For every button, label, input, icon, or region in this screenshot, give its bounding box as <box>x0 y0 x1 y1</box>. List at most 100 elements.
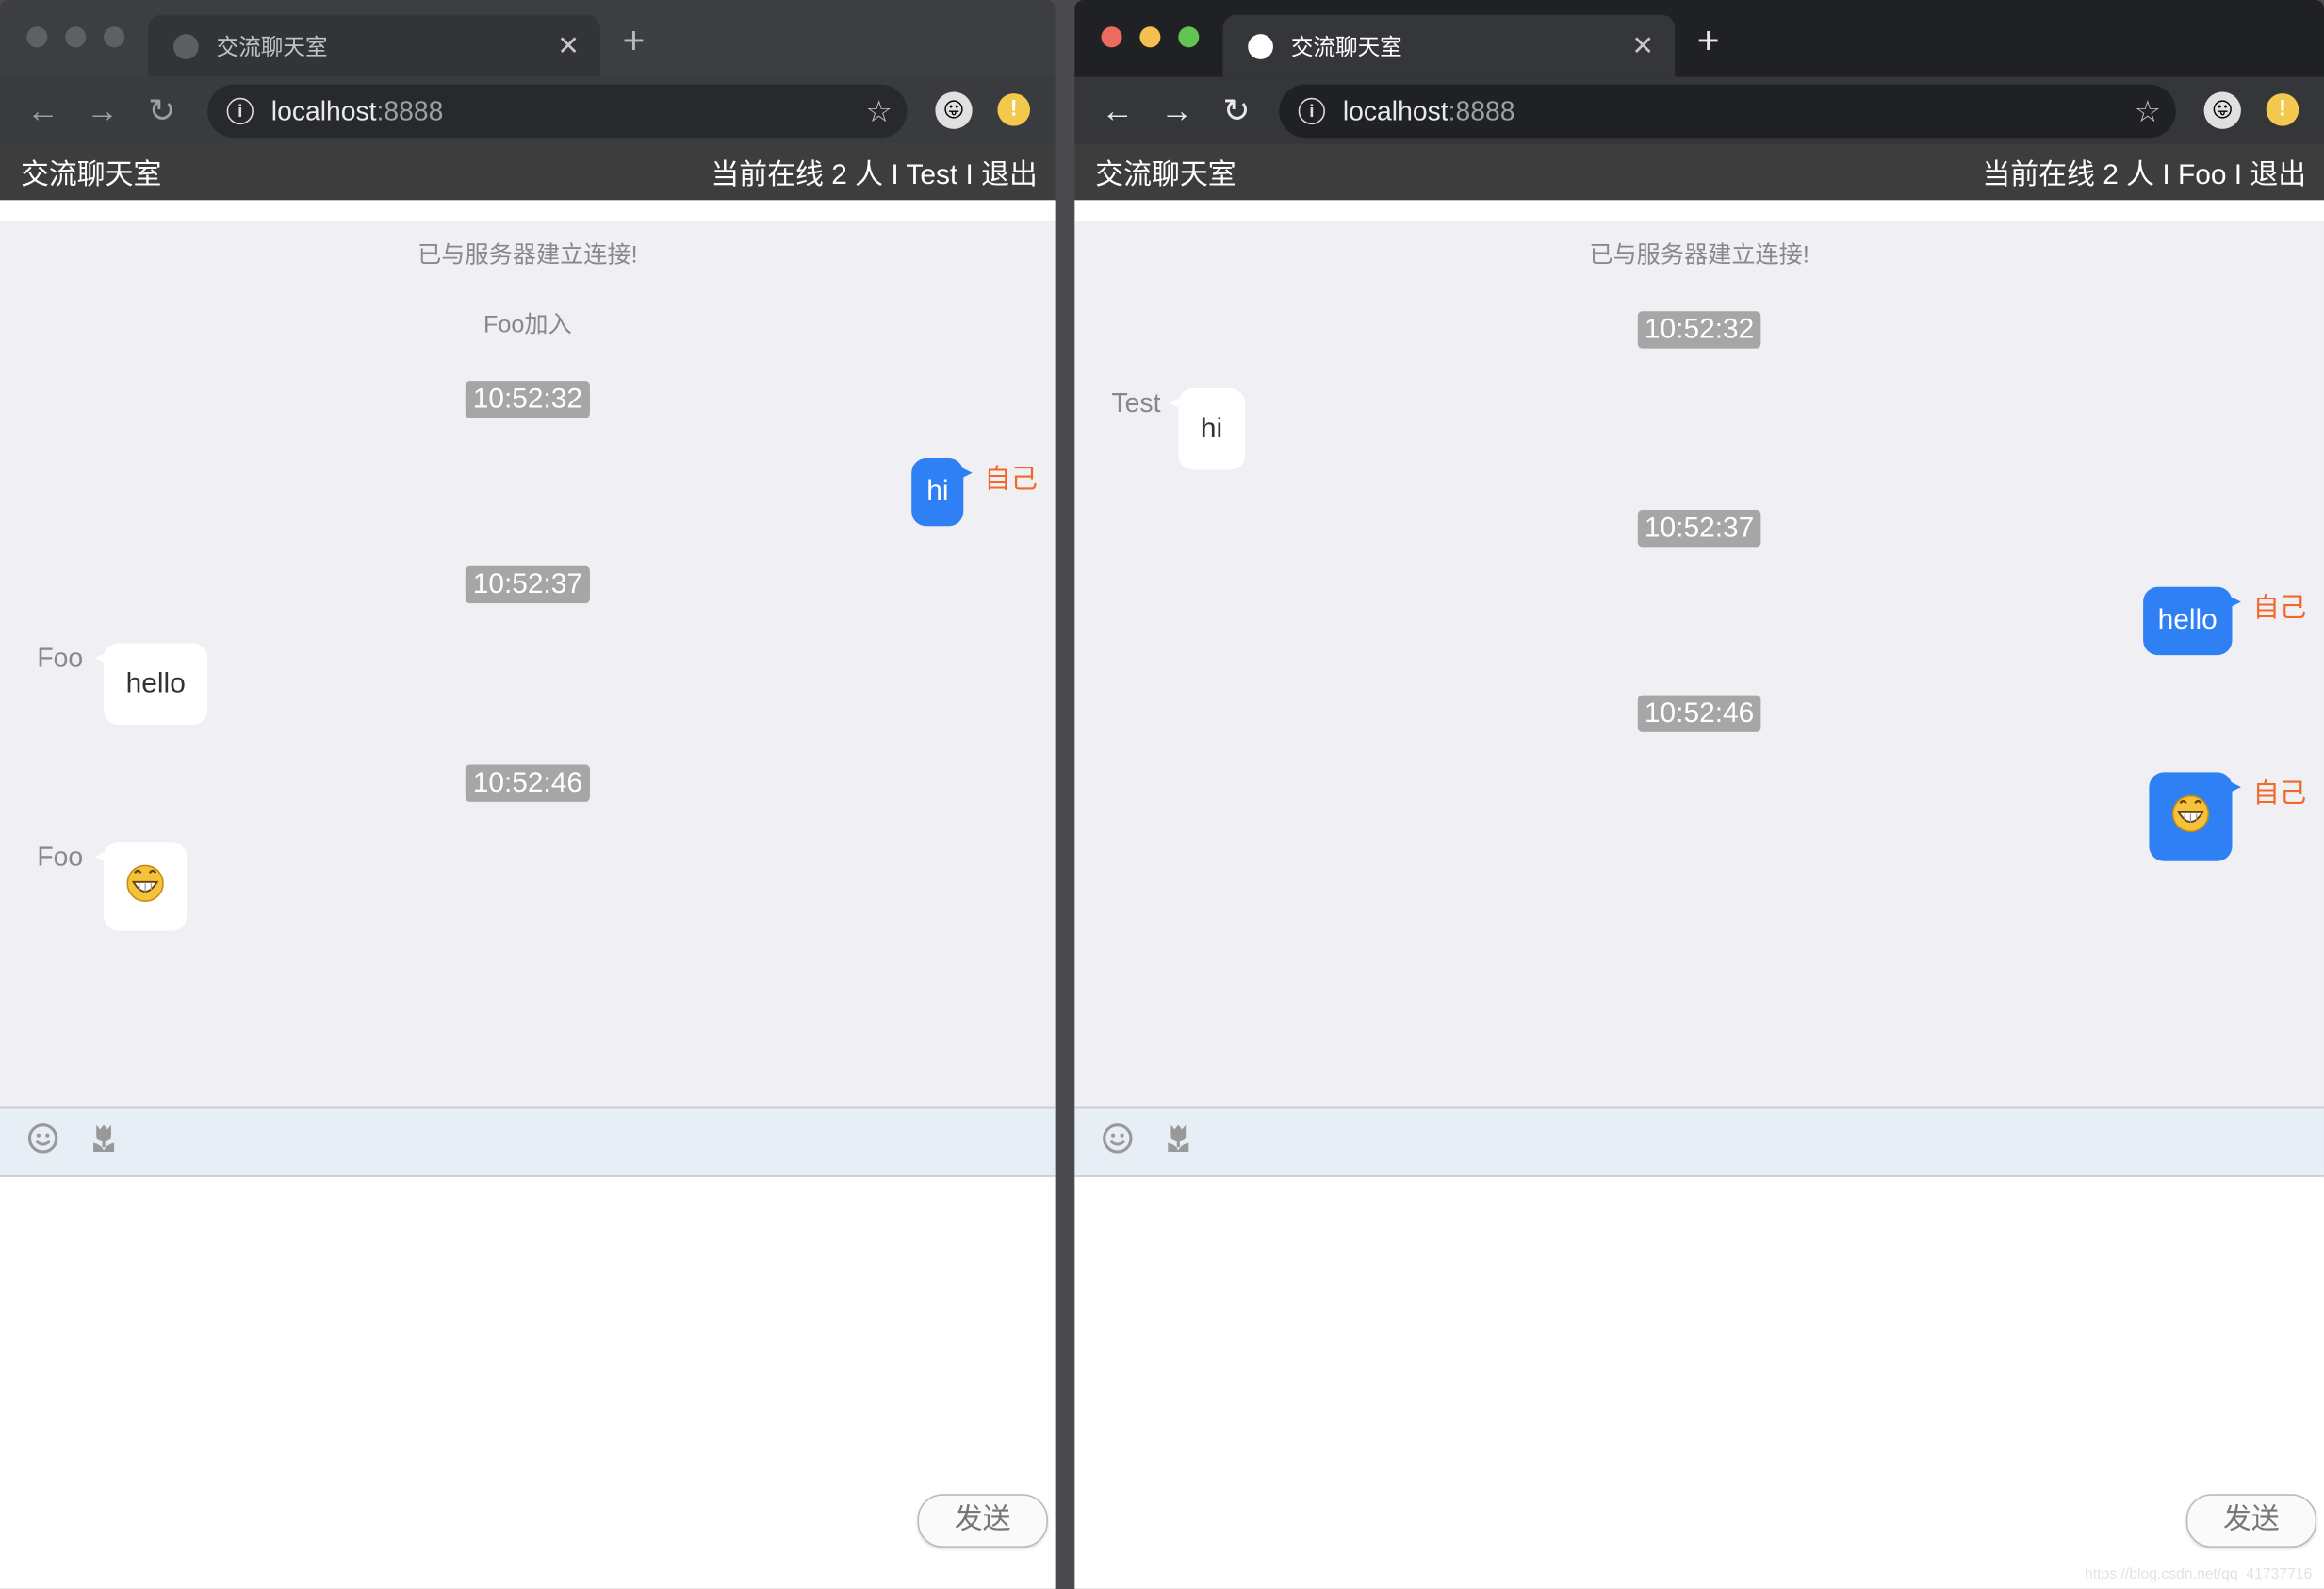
desktop: 交流聊天室 ✕ + ← → ↻ i localhost:8888 ☆ 😛 ! 交… <box>0 0 2324 1589</box>
system-notice: 已与服务器建立连接! <box>417 242 638 269</box>
message-text: hello <box>125 667 186 699</box>
flower-image-icon[interactable] <box>89 1122 118 1162</box>
reload-icon[interactable]: ↻ <box>148 92 175 131</box>
timestamp-row: 10:52:32 <box>0 381 1056 418</box>
browser-window-left: 交流聊天室 ✕ + ← → ↻ i localhost:8888 ☆ 😛 ! 交… <box>0 0 1056 1589</box>
timestamp: 10:52:37 <box>465 565 590 604</box>
send-button[interactable]: 发送 <box>2185 1494 2317 1548</box>
message-bubble: hi <box>911 457 973 527</box>
app-title: 交流聊天室 <box>1095 159 1236 191</box>
globe-icon <box>173 33 199 59</box>
sender-name: 自己 <box>984 464 1038 494</box>
timestamp: 10:52:32 <box>1637 311 1762 349</box>
title-bar: 交流聊天室 ✕ + <box>0 0 1056 77</box>
message-bubble <box>94 842 188 931</box>
system-notice: 已与服务器建立连接! <box>1589 242 1809 269</box>
reload-icon[interactable]: ↻ <box>1222 92 1250 131</box>
minimize-window-button[interactable] <box>1139 26 1161 48</box>
tab-close-icon[interactable]: ✕ <box>557 30 580 61</box>
browser-window-right: 交流聊天室 ✕ + ← → ↻ i localhost:8888 ☆ 😛 ! 交… <box>1074 0 2324 1589</box>
emoji-icon[interactable] <box>1102 1122 1135 1162</box>
profile-avatar-icon[interactable]: 😛 <box>935 91 973 129</box>
system-notice: Foo加入 <box>483 312 572 338</box>
own-message: 自己 <box>1074 772 2324 861</box>
minimize-window-button[interactable] <box>65 26 87 48</box>
browser-toolbar: ← → ↻ i localhost:8888 ☆ 😛 ! <box>1074 76 2324 144</box>
bookmark-star-icon[interactable]: ☆ <box>866 92 892 129</box>
tab-title: 交流聊天室 <box>1290 34 1402 60</box>
timestamp: 10:52:32 <box>465 381 590 418</box>
timestamp-row: 10:52:46 <box>0 764 1056 802</box>
info-icon[interactable]: i <box>226 97 254 125</box>
app-header: 交流聊天室 当前在线 2 人 I Foo I 退出 <box>1074 143 2324 201</box>
timestamp: 10:52:46 <box>1637 695 1762 732</box>
url-host: localhost <box>270 95 377 125</box>
message-text: hello <box>2157 604 2218 636</box>
message-bubble: hello <box>2142 586 2242 656</box>
received-message: Foo hello <box>0 643 1056 726</box>
address-bar[interactable]: i localhost:8888 ☆ <box>207 84 908 139</box>
sender-name: Test <box>1111 388 1161 418</box>
globe-icon <box>1248 33 1273 59</box>
input-toolbar <box>1074 1106 2324 1177</box>
forward-arrow-icon[interactable]: → <box>1160 92 1193 131</box>
online-status[interactable]: 当前在线 2 人 I Test I 退出 <box>711 152 1037 191</box>
watermark: https://blog.csdn.net/qq_41737716 <box>2085 1566 2313 1583</box>
timestamp-row: 10:52:32 <box>1074 311 2324 349</box>
alert-extension-icon[interactable]: ! <box>2266 93 2299 126</box>
timestamp: 10:52:37 <box>1637 510 1762 548</box>
browser-tab[interactable]: 交流聊天室 ✕ <box>148 14 600 77</box>
new-tab-button[interactable]: + <box>1697 18 1720 64</box>
send-button[interactable]: 发送 <box>917 1494 1048 1548</box>
grinning-face-emoji-icon <box>123 860 168 913</box>
info-icon[interactable]: i <box>1298 97 1325 125</box>
received-message: Foo <box>0 842 1056 931</box>
url-port: :8888 <box>1448 95 1515 125</box>
traffic-lights <box>26 26 125 48</box>
timestamp-row: 10:52:37 <box>1074 510 2324 548</box>
traffic-lights <box>1101 26 1200 48</box>
url-port: :8888 <box>376 95 444 125</box>
app-title: 交流聊天室 <box>21 159 162 191</box>
url-host: localhost <box>1342 95 1448 125</box>
flower-image-icon[interactable] <box>1164 1122 1193 1162</box>
message-bubble: hi <box>1169 388 1245 470</box>
back-arrow-icon[interactable]: ← <box>26 92 59 131</box>
close-window-button[interactable] <box>1101 26 1122 48</box>
alert-extension-icon[interactable]: ! <box>997 93 1031 126</box>
grinning-face-emoji-icon <box>2169 790 2213 844</box>
message-text: hi <box>926 475 949 507</box>
own-message: hello 自己 <box>1074 586 2324 656</box>
browser-tab[interactable]: 交流聊天室 ✕ <box>1222 14 1676 77</box>
maximize-window-button[interactable] <box>1178 26 1200 48</box>
close-window-button[interactable] <box>26 26 48 48</box>
online-status[interactable]: 当前在线 2 人 I Foo I 退出 <box>1982 152 2306 191</box>
timestamp-row: 10:52:46 <box>1074 695 2324 732</box>
forward-arrow-icon[interactable]: → <box>86 92 119 131</box>
timestamp-row: 10:52:37 <box>0 565 1056 604</box>
sender-name: 自己 <box>2252 778 2307 809</box>
message-input[interactable]: 发送 https://blog.csdn.net/qq_41737716 <box>1074 1176 2324 1589</box>
tab-close-icon[interactable]: ✕ <box>1631 30 1654 61</box>
input-toolbar <box>0 1106 1056 1177</box>
title-bar: 交流聊天室 ✕ + <box>1074 0 2324 77</box>
message-list: 已与服务器建立连接! Foo加入 10:52:32 hi 自己 10:52:37 Foo he… <box>0 221 1056 1107</box>
message-bubble: hello <box>94 643 208 726</box>
profile-avatar-icon[interactable]: 😛 <box>2203 91 2241 129</box>
sender-name: Foo <box>37 643 84 674</box>
tab-title: 交流聊天室 <box>216 34 328 60</box>
message-input[interactable]: 发送 <box>0 1176 1056 1589</box>
message-text: hi <box>1200 412 1223 445</box>
app-header: 交流聊天室 当前在线 2 人 I Test I 退出 <box>0 143 1056 201</box>
bookmark-star-icon[interactable]: ☆ <box>2135 92 2161 129</box>
back-arrow-icon[interactable]: ← <box>1102 92 1135 131</box>
address-bar[interactable]: i localhost:8888 ☆ <box>1279 84 2176 139</box>
browser-toolbar: ← → ↻ i localhost:8888 ☆ 😛 ! <box>0 76 1056 144</box>
timestamp: 10:52:46 <box>465 764 590 802</box>
emoji-icon[interactable] <box>26 1122 59 1162</box>
message-list: 已与服务器建立连接! 10:52:32 Test hi 10:52:37 hello 自己 1… <box>1074 221 2324 1107</box>
received-message: Test hi <box>1074 388 2324 470</box>
sender-name: Foo <box>37 842 84 872</box>
maximize-window-button[interactable] <box>104 26 125 48</box>
new-tab-button[interactable]: + <box>623 18 646 64</box>
